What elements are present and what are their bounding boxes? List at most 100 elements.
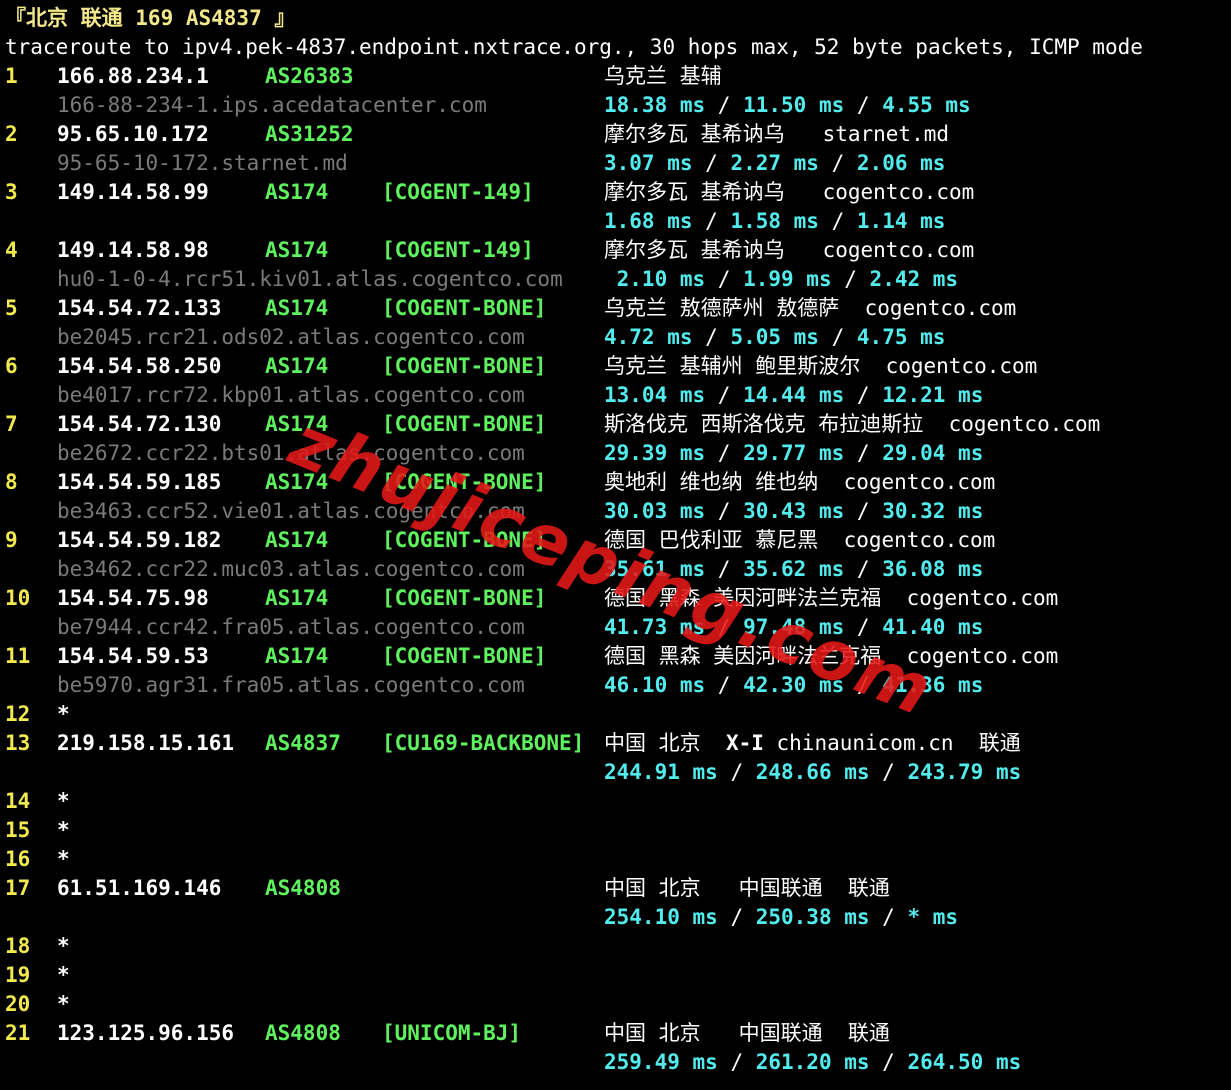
hop-network-tag: [COGENT-BONE] (382, 354, 547, 378)
hop-number: 15 (5, 818, 31, 842)
hop-hostname: 166-88-234-1.ips.acedatacenter.com (57, 93, 487, 117)
hop-row-timeout: 12 * (0, 700, 70, 729)
header-line: 『北京 联通 169 AS4837 』 (0, 4, 295, 33)
terminal-window[interactable]: 『北京 联通 169 AS4837 』 traceroute to ipv4.p… (0, 0, 1231, 1090)
hop-detail-row: be3463.ccr52.vie01.atlas.cogentco.com 30… (0, 497, 983, 526)
rtt-3: 4.55 ms (882, 93, 971, 117)
rtt-3: 30.32 ms (882, 499, 984, 523)
hop-geo: 德国 黑森 美因河畔法兰克福 cogentco.com (604, 644, 1059, 668)
rtt-separator: / (818, 209, 857, 233)
hop-number: 19 (5, 963, 31, 987)
hop-detail-row: 1.68 ms / 1.58 ms / 1.14 ms (0, 207, 945, 236)
hop-rtt: 259.49 ms / 261.20 ms / 264.50 ms (604, 1048, 1021, 1077)
hop-ip: 61.51.169.146 (57, 876, 222, 900)
hop-hostname: be2672.ccr22.bts01.atlas.cogentco.com (57, 441, 525, 465)
hop-network-tag: [COGENT-BONE] (382, 470, 547, 494)
hop-row-timeout: 19 * (0, 961, 70, 990)
hop-detail-row: be2672.ccr22.bts01.atlas.cogentco.com 29… (0, 439, 983, 468)
rtt-3: 41.36 ms (882, 673, 984, 697)
rtt-3: 12.21 ms (882, 383, 984, 407)
rtt-separator: / (831, 267, 870, 291)
hop-rtt: 254.10 ms / 250.38 ms / * ms (604, 903, 958, 932)
hop-ip: 154.54.58.250 (57, 354, 222, 378)
hop-network-tag: [COGENT-BONE] (382, 644, 547, 668)
hop-detail-row: be4017.rcr72.kbp01.atlas.cogentco.com 13… (0, 381, 983, 410)
rtt-separator: / (692, 151, 731, 175)
hop-number: 7 (5, 412, 18, 436)
rtt-1: 13.04 ms (604, 383, 706, 407)
hop-asn: AS174 (265, 586, 329, 610)
traceroute-command: traceroute to ipv4.pek-4837.endpoint.nxt… (5, 35, 1143, 59)
hop-ip: 123.125.96.156 (57, 1021, 235, 1045)
rtt-2: 29.77 ms (743, 441, 845, 465)
hop-hostname: be2045.rcr21.ods02.atlas.cogentco.com (57, 325, 525, 349)
hop-ip: 154.54.72.130 (57, 412, 222, 436)
rtt-1: 30.03 ms (604, 499, 706, 523)
hop-row: 13 219.158.15.161 AS4837 [CU169-BACKBONE… (0, 729, 1021, 758)
hop-ip: 154.54.72.133 (57, 296, 222, 320)
hop-network-tag: [COGENT-BONE] (382, 412, 547, 436)
rtt-1: 41.73 ms (604, 615, 706, 639)
hop-network-tag: [UNICOM-BJ] (382, 1021, 522, 1045)
hop-hostname: hu0-1-0-4.rcr51.kiv01.atlas.cogentco.com (57, 267, 563, 291)
hop-geo: 奥地利 维也纳 维也纳 cogentco.com (604, 470, 996, 494)
hop-detail-row: 95-65-10-172.starnet.md 3.07 ms / 2.27 m… (0, 149, 945, 178)
hop-row: 21 123.125.96.156 AS4808 [UNICOM-BJ] 中国 … (0, 1019, 890, 1048)
rtt-1: 2.10 ms (604, 267, 706, 291)
rtt-3: 36.08 ms (882, 557, 984, 581)
hop-rtt: 3.07 ms / 2.27 ms / 2.06 ms (604, 149, 945, 178)
hop-hostname: be4017.rcr72.kbp01.atlas.cogentco.com (57, 383, 525, 407)
hop-row: 5 154.54.72.133 AS174 [COGENT-BONE] 乌克兰 … (0, 294, 1016, 323)
rtt-3: 29.04 ms (882, 441, 984, 465)
hop-asn: AS174 (265, 296, 329, 320)
hop-rtt: 13.04 ms / 14.44 ms / 12.21 ms (604, 381, 983, 410)
hop-geo: 乌克兰 基辅 (604, 64, 722, 88)
hop-row-timeout: 14 * (0, 787, 70, 816)
hop-row: 10 154.54.75.98 AS174 [COGENT-BONE] 德国 黑… (0, 584, 1058, 613)
hop-detail-row: be5970.agr31.fra05.atlas.cogentco.com 46… (0, 671, 983, 700)
rtt-2: 1.58 ms (730, 209, 819, 233)
hop-rtt: 2.10 ms / 1.99 ms / 2.42 ms (604, 265, 958, 294)
rtt-separator: / (869, 760, 908, 784)
rtt-3: 1.14 ms (856, 209, 946, 233)
hop-asn: AS26383 (265, 64, 354, 88)
hop-geo: 中国 北京 中国联通 联通 (604, 876, 890, 900)
rtt-separator: / (705, 673, 744, 697)
hop-asn: AS174 (265, 528, 329, 552)
hop-row-timeout: 16 * (0, 845, 70, 874)
timeout-marker: * (57, 934, 70, 958)
hop-detail-row: 259.49 ms / 261.20 ms / 264.50 ms (0, 1048, 1021, 1077)
hop-geo: 斯洛伐克 西斯洛伐克 布拉迪斯拉 cogentco.com (604, 412, 1101, 436)
hop-number: 21 (5, 1021, 31, 1045)
hop-number: 1 (5, 64, 18, 88)
hop-row: 1 166.88.234.1 AS26383 乌克兰 基辅 (0, 62, 722, 91)
hop-ip: 154.54.59.185 (57, 470, 222, 494)
hop-geo: 德国 巴伐利亚 慕尼黑 cogentco.com (604, 528, 996, 552)
rtt-3: * ms (907, 905, 959, 929)
hop-rtt: 41.73 ms / 97.48 ms / 41.40 ms (604, 613, 983, 642)
hop-geo: 中国 北京 X-I chinaunicom.cn 联通 (604, 729, 1021, 758)
rtt-2: 11.50 ms (743, 93, 845, 117)
hop-row: 2 95.65.10.172 AS31252 摩尔多瓦 基希讷乌 starnet… (0, 120, 949, 149)
hop-number: 3 (5, 180, 18, 204)
hop-number: 9 (5, 528, 18, 552)
hop-number: 13 (5, 731, 31, 755)
hop-asn: AS174 (265, 354, 329, 378)
hop-hostname: 95-65-10-172.starnet.md (57, 151, 348, 175)
timeout-marker: * (57, 789, 70, 813)
hop-asn: AS174 (265, 470, 329, 494)
hop-detail-row: 166-88-234-1.ips.acedatacenter.com 18.38… (0, 91, 971, 120)
hop-number: 16 (5, 847, 31, 871)
rtt-3: 2.06 ms (856, 151, 946, 175)
hop-network-tag: [COGENT-BONE] (382, 296, 547, 320)
rtt-2: 261.20 ms (755, 1050, 870, 1074)
hop-network-tag: [COGENT-149] (382, 180, 534, 204)
rtt-separator: / (818, 151, 857, 175)
rtt-1: 244.91 ms (604, 760, 718, 784)
hop-number: 10 (5, 586, 31, 610)
hop-geo: 摩尔多瓦 基希讷乌 starnet.md (604, 122, 950, 146)
rtt-separator: / (705, 557, 744, 581)
hop-detail-row: 254.10 ms / 250.38 ms / * ms (0, 903, 958, 932)
hop-hostname: be7944.ccr42.fra05.atlas.cogentco.com (57, 615, 525, 639)
rtt-1: 4.72 ms (604, 325, 693, 349)
